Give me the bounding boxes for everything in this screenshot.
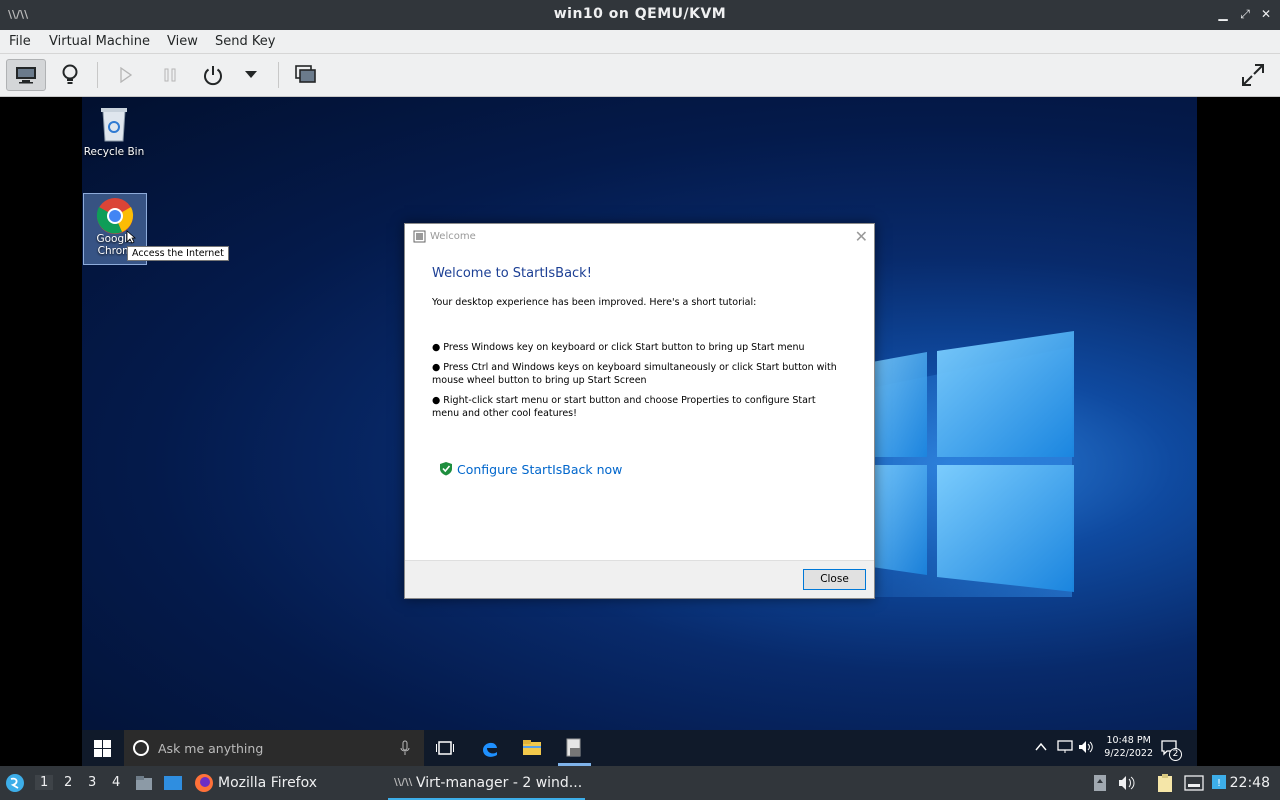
windows-start-icon[interactable] xyxy=(94,740,111,757)
file-manager-icon[interactable] xyxy=(135,775,153,791)
window-titlebar: \\/\\ win10 on QEMU/KVM ▁ ⤢ ✕ xyxy=(0,0,1280,30)
menu-send-key[interactable]: Send Key xyxy=(215,34,275,49)
dialog-titlebar: Welcome ✕ xyxy=(405,224,874,250)
volume-icon[interactable] xyxy=(1118,775,1136,791)
power-icon xyxy=(204,66,222,86)
storage-icon[interactable] xyxy=(1092,774,1108,792)
virt-manager-task-icon: \\/\\ xyxy=(394,777,413,788)
dialog-title: Welcome xyxy=(430,231,476,242)
windows-desktop[interactable]: Recycle Bin Google Chrom Access the Inte… xyxy=(82,97,1197,766)
file-explorer-icon[interactable] xyxy=(522,739,542,757)
chevron-down-icon xyxy=(245,71,257,78)
workspace-1[interactable]: 1 xyxy=(35,775,54,790)
window-title: win10 on QEMU/KVM xyxy=(553,6,727,22)
windows-time: 10:48 PM xyxy=(1106,735,1151,746)
details-button[interactable] xyxy=(50,59,90,91)
workspace-4[interactable]: 4 xyxy=(112,775,120,790)
play-icon xyxy=(120,67,133,83)
toolbar-separator xyxy=(278,62,279,88)
task-virt-manager[interactable]: \\/\\ Virt-manager - 2 wind... xyxy=(388,766,585,800)
windows-clock[interactable]: 10:48 PM 9/22/2022 xyxy=(1104,734,1153,760)
vm-display[interactable]: Recycle Bin Google Chrom Access the Inte… xyxy=(0,97,1280,766)
recycle-bin-icon xyxy=(101,108,127,142)
updates-icon[interactable]: ! xyxy=(1211,774,1227,790)
chrome-tooltip: Access the Internet xyxy=(127,246,229,261)
network-icon[interactable] xyxy=(1057,740,1073,754)
console-button[interactable] xyxy=(6,59,46,91)
lightbulb-icon xyxy=(62,64,78,84)
welcome-dialog: Welcome ✕ Welcome to StartIsBack! Your d… xyxy=(404,223,875,599)
close-icon[interactable]: ✕ xyxy=(1259,7,1273,21)
dialog-close-icon[interactable]: ✕ xyxy=(855,227,868,246)
shutdown-menu-button[interactable] xyxy=(232,59,270,91)
workspace-3[interactable]: 3 xyxy=(88,775,96,790)
microphone-icon[interactable] xyxy=(400,740,410,756)
menu-file[interactable]: File xyxy=(9,34,31,49)
cortana-search-box[interactable]: Ask me anything xyxy=(124,730,424,766)
toolbar-separator xyxy=(97,62,98,88)
startisback-taskbar-icon[interactable] xyxy=(565,738,583,758)
configure-startisback-link[interactable]: Configure StartIsBack now xyxy=(457,462,622,477)
dialog-footer: Close xyxy=(405,560,874,598)
recycle-bin-desktop-icon[interactable]: Recycle Bin xyxy=(82,103,146,158)
host-panel: 1 2 3 4 Mozilla Firefox \\/\\ Virt-manag… xyxy=(0,766,1280,800)
fullscreen-button[interactable] xyxy=(1233,59,1273,91)
task-virt-manager-label: Virt-manager - 2 wind... xyxy=(416,775,583,791)
chevron-up-icon[interactable] xyxy=(1035,742,1047,752)
dialog-bullet: ● Press Windows key on keyboard or click… xyxy=(432,342,805,353)
windows-taskbar: Ask me anything 10:48 PM 9/22/2022 2 xyxy=(82,730,1197,766)
recycle-bin-label: Recycle Bin xyxy=(83,146,145,158)
pause-icon xyxy=(164,68,176,82)
keyboard-layout-icon[interactable] xyxy=(1184,775,1204,791)
workspace-2[interactable]: 2 xyxy=(64,775,72,790)
fullscreen-icon xyxy=(1242,64,1264,86)
windows-date: 9/22/2022 xyxy=(1104,748,1153,759)
host-clock[interactable]: 22:48 xyxy=(1230,775,1270,791)
maximize-icon[interactable]: ⤢ xyxy=(1238,7,1252,22)
menubar: File Virtual Machine View Send Key xyxy=(0,30,1280,54)
search-placeholder: Ask me anything xyxy=(158,741,264,756)
show-desktop-icon[interactable] xyxy=(163,775,183,791)
dialog-bullet: ● Right-click start menu or start button… xyxy=(432,395,816,419)
menu-virtual-machine[interactable]: Virtual Machine xyxy=(49,34,150,49)
task-view-icon[interactable] xyxy=(436,740,454,756)
monitor-icon xyxy=(16,67,36,84)
shutdown-button[interactable] xyxy=(193,59,233,91)
volume-icon[interactable] xyxy=(1078,740,1094,754)
startisback-app-icon xyxy=(413,230,426,243)
cortana-icon xyxy=(133,740,149,756)
dialog-bullet: ● Press Ctrl and Windows keys on keyboar… xyxy=(432,362,837,386)
clipboard-icon[interactable] xyxy=(1157,773,1173,793)
task-firefox[interactable]: Mozilla Firefox xyxy=(218,775,317,791)
firefox-icon xyxy=(195,774,213,792)
edge-icon[interactable] xyxy=(480,738,500,758)
snapshots-icon xyxy=(295,65,316,83)
shield-check-icon xyxy=(440,462,452,476)
run-button[interactable] xyxy=(106,59,146,91)
application-menu-icon[interactable] xyxy=(5,773,25,793)
toolbar xyxy=(0,54,1280,97)
close-button[interactable]: Close xyxy=(803,569,866,590)
pause-button[interactable] xyxy=(150,59,190,91)
menu-view[interactable]: View xyxy=(167,34,198,49)
svg-text:!: ! xyxy=(1217,778,1221,789)
dialog-heading: Welcome to StartIsBack! xyxy=(432,266,592,281)
mouse-cursor-icon xyxy=(126,230,136,244)
snapshots-button[interactable] xyxy=(286,59,326,91)
dialog-intro: Your desktop experience has been improve… xyxy=(432,297,757,308)
notification-count-badge: 2 xyxy=(1169,748,1182,761)
minimize-icon[interactable]: ▁ xyxy=(1216,7,1230,21)
chrome-label-line1: Google xyxy=(96,233,134,245)
